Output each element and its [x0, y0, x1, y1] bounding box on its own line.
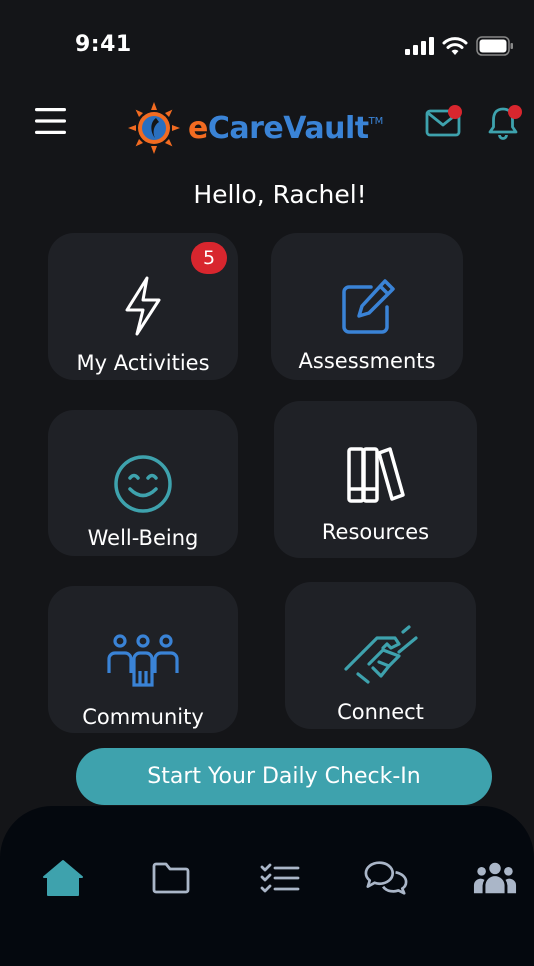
tile-my-activities[interactable]: 5 My Activities — [48, 233, 238, 380]
tile-community[interactable]: Community — [48, 586, 238, 733]
smile-icon — [114, 455, 172, 513]
ecarevault-logo: eCareVault TM — [126, 100, 383, 156]
tile-assessments[interactable]: Assessments — [271, 233, 463, 380]
tile-label: Connect — [337, 700, 424, 724]
signal-icon — [405, 37, 434, 55]
daily-checkin-button[interactable]: Start Your Daily Check-In — [76, 748, 492, 805]
mail-notification-dot — [448, 105, 462, 119]
tile-connect[interactable]: Connect — [285, 582, 476, 729]
logo-wordmark: eCareVault — [188, 110, 369, 146]
tile-resources[interactable]: Resources — [274, 401, 477, 558]
trademark: TM — [368, 115, 384, 127]
checklist-icon — [260, 863, 300, 893]
greeting: Hello, Rachel! — [193, 180, 367, 209]
folder-icon — [152, 862, 190, 894]
menu-icon[interactable] — [35, 108, 66, 134]
tile-label: My Activities — [76, 351, 210, 375]
chat-icon — [364, 861, 408, 895]
status-icons — [404, 36, 514, 56]
sun-logo-icon — [128, 102, 180, 154]
bell-icon[interactable] — [486, 100, 526, 140]
community-icon — [107, 634, 179, 687]
lightning-icon — [125, 276, 161, 336]
edit-icon — [342, 279, 395, 334]
tab-bar — [0, 806, 534, 966]
status-time: 9:41 — [75, 32, 132, 57]
mail-icon[interactable] — [425, 104, 465, 138]
books-icon — [346, 447, 405, 503]
tile-label: Community — [82, 705, 204, 729]
activities-badge: 5 — [191, 242, 227, 274]
tab-messages[interactable] — [364, 858, 408, 898]
tab-documents[interactable] — [149, 858, 193, 898]
tile-well-being[interactable]: Well-Being — [48, 410, 238, 556]
battery-icon — [476, 36, 513, 56]
people-icon — [473, 862, 517, 894]
tile-label: Resources — [321, 520, 430, 544]
tile-label: Well-Being — [87, 526, 199, 550]
tile-label: Assessments — [298, 349, 436, 373]
tab-tasks[interactable] — [258, 858, 302, 898]
wifi-icon — [442, 37, 468, 55]
tab-care-team[interactable] — [473, 858, 517, 898]
bell-notification-dot — [508, 105, 522, 119]
home-icon — [43, 860, 83, 896]
handshake-icon — [343, 625, 418, 684]
tab-home[interactable] — [41, 858, 85, 898]
